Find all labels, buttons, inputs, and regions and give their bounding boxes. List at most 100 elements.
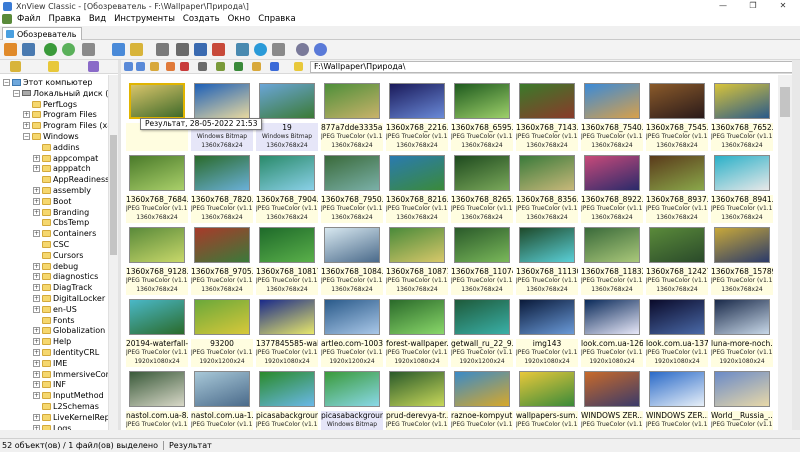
menu-tools[interactable]: Инструменты bbox=[114, 14, 175, 24]
thumbnail-item[interactable]: look.com.ua-1268...JPEG TrueColor (v1.1)… bbox=[581, 295, 643, 369]
image-thumbnail[interactable] bbox=[584, 83, 640, 119]
tree-item[interactable]: − Локальный диск (C:) bbox=[13, 88, 108, 99]
thumbnail-item[interactable]: 1360x768_8216... JPEG TrueColor (v1.1) 136… bbox=[386, 151, 448, 225]
expander-icon[interactable]: + bbox=[33, 208, 40, 216]
image-thumbnail[interactable] bbox=[714, 155, 770, 191]
image-thumbnail[interactable] bbox=[649, 83, 705, 119]
thumbnail-item[interactable]: WINDOWS ZER...JPEG TrueColor (v1.1)1920x… bbox=[646, 367, 708, 430]
thumbnail-item[interactable]: 1360x768_7904... JPEG TrueColor (v1.1) 136… bbox=[256, 151, 318, 225]
expander-icon[interactable]: + bbox=[33, 359, 40, 367]
expander-icon[interactable]: + bbox=[23, 111, 30, 119]
image-thumbnail[interactable] bbox=[649, 371, 705, 407]
tree-item[interactable]: + Program Files (x86) bbox=[23, 120, 108, 131]
delete-icon[interactable] bbox=[180, 62, 189, 71]
refresh-icon[interactable] bbox=[44, 43, 57, 56]
tree-item[interactable]: + Boot bbox=[33, 196, 71, 207]
image-thumbnail[interactable] bbox=[194, 299, 250, 335]
thumbnail-item[interactable]: 1360x768_7143... JPEG TrueColor (v1.1) 136… bbox=[516, 79, 578, 153]
thumbnail-item[interactable]: wallpapers-sum...JPEG TrueColor (v1.1)19… bbox=[516, 367, 578, 430]
thumbnail-item[interactable]: picasabackgroundJPEG TrueColor (v1.1)192… bbox=[256, 367, 318, 430]
open-icon[interactable] bbox=[112, 43, 125, 56]
expander-icon[interactable]: + bbox=[23, 122, 30, 130]
thumbnail-item[interactable]: 1360x768_6595... JPEG TrueColor (v1.1) 136… bbox=[451, 79, 513, 153]
expander-icon[interactable]: + bbox=[33, 273, 40, 281]
print-icon[interactable] bbox=[176, 43, 189, 56]
thumbnail-item[interactable]: 1360x768_8265... JPEG TrueColor (v1.1) 136… bbox=[451, 151, 513, 225]
tree-item[interactable]: AppReadiness bbox=[33, 174, 108, 185]
settings-tools-icon[interactable] bbox=[272, 43, 285, 56]
thumbnail-item[interactable]: 1360x768_8922... JPEG TrueColor (v1.1) 136… bbox=[581, 151, 643, 225]
filmstrip-icon[interactable] bbox=[156, 43, 169, 56]
tree-item[interactable]: + IdentityCRL bbox=[33, 347, 99, 358]
thumbnail-item[interactable]: World__Russia_...JPEG TrueColor (v1.1)19… bbox=[711, 367, 773, 430]
tree-item[interactable]: + Globalization bbox=[33, 325, 105, 336]
slideshow-icon[interactable] bbox=[212, 43, 225, 56]
image-thumbnail[interactable] bbox=[649, 227, 705, 263]
tree-item[interactable]: L2Schemas bbox=[33, 401, 99, 412]
expander-icon[interactable]: − bbox=[3, 79, 10, 86]
tree-item[interactable]: + appcompat bbox=[33, 153, 98, 164]
image-thumbnail[interactable] bbox=[389, 371, 445, 407]
image-thumbnail[interactable] bbox=[584, 371, 640, 407]
thumbnail-item[interactable]: 1360x768_8356... JPEG TrueColor (v1.1) 136… bbox=[516, 151, 578, 225]
expander-icon[interactable]: + bbox=[33, 165, 40, 173]
tree-item[interactable]: + diagnostics bbox=[33, 271, 98, 282]
expander-icon[interactable]: + bbox=[33, 154, 40, 162]
back-icon[interactable] bbox=[62, 43, 75, 56]
folder-thumbnail[interactable] bbox=[129, 83, 185, 119]
image-thumbnail[interactable] bbox=[129, 299, 185, 335]
thumbnail-item[interactable]: nastol.com.ua-8...JPEG TrueColor (v1.1)1… bbox=[126, 367, 188, 430]
tab-browser[interactable]: Обозреватель bbox=[2, 27, 83, 40]
tree-item[interactable]: CbsTemp bbox=[33, 217, 89, 228]
close-button[interactable]: ✕ bbox=[768, 0, 798, 12]
image-thumbnail[interactable] bbox=[194, 83, 250, 119]
thumbnail-item[interactable]: 1360x768_10817...JPEG TrueColor (v1.1)13… bbox=[256, 223, 318, 297]
thumbnail-item[interactable]: 1360x768_11832...JPEG TrueColor (v1.1)13… bbox=[581, 223, 643, 297]
categories-tab-icon[interactable] bbox=[88, 61, 99, 72]
expander-icon[interactable]: + bbox=[33, 262, 40, 270]
image-thumbnail[interactable] bbox=[259, 83, 315, 119]
minimize-button[interactable]: — bbox=[708, 0, 738, 12]
image-thumbnail[interactable] bbox=[129, 371, 185, 407]
thumbnail-item[interactable]: Windows Bitmap 1360x768x24 bbox=[191, 79, 253, 153]
thumbnail-item[interactable]: forest-wallpaper... JPEG TrueColor (v1.1)… bbox=[386, 295, 448, 369]
menu-create[interactable]: Создать bbox=[183, 14, 220, 24]
thumbnail-item[interactable]: 1360x768_10871...JPEG TrueColor (v1.1)13… bbox=[386, 223, 448, 297]
thumbnail-item[interactable]: img143 JPEG TrueColor (v1.1) 1920x1080x24 bbox=[516, 295, 578, 369]
tree-item[interactable]: addins bbox=[33, 142, 80, 153]
expander-icon[interactable]: + bbox=[33, 370, 40, 378]
expander-icon[interactable]: − bbox=[13, 89, 20, 97]
thumbnail-item[interactable]: 1360x768_2216... JPEG TrueColor (v1.1) 136… bbox=[386, 79, 448, 153]
favorites-tab-icon[interactable] bbox=[48, 61, 59, 72]
menu-view[interactable]: Вид bbox=[89, 14, 106, 24]
thumbnail-item[interactable]: nastol.com.ua-1...JPEG TrueColor (v1.1)1… bbox=[191, 367, 253, 430]
thumbnail-item[interactable]: artleo.com-1003...JPEG TrueColor (v1.1)1… bbox=[321, 295, 383, 369]
thumbnail-item[interactable]: prud-derevya-tr...JPEG TrueColor (v1.1)1… bbox=[386, 367, 448, 430]
tree-scroll-thumb[interactable] bbox=[110, 135, 117, 255]
menu-file[interactable]: Файл bbox=[17, 14, 40, 24]
image-thumbnail[interactable] bbox=[714, 83, 770, 119]
image-thumbnail[interactable] bbox=[324, 371, 380, 407]
menu-edit[interactable]: Правка bbox=[48, 14, 80, 24]
expander-icon[interactable]: + bbox=[33, 338, 40, 346]
image-thumbnail[interactable] bbox=[714, 227, 770, 263]
expander-icon[interactable]: + bbox=[33, 327, 40, 335]
image-thumbnail[interactable] bbox=[259, 299, 315, 335]
image-thumbnail[interactable] bbox=[259, 155, 315, 191]
fullscreen-icon[interactable] bbox=[22, 43, 35, 56]
expander-icon[interactable]: + bbox=[33, 187, 40, 194]
tree-item[interactable]: + Logs bbox=[33, 423, 71, 430]
thumbnail-item[interactable]: 877a7dde3335a... JPEG TrueColor (v1.1) 136… bbox=[321, 79, 383, 153]
thumbnail-item[interactable]: 20194-waterfall-...JPEG TrueColor (v1.1)… bbox=[126, 295, 188, 369]
image-thumbnail[interactable] bbox=[519, 155, 575, 191]
tree-item[interactable]: + DigitalLocker bbox=[33, 293, 105, 304]
tree-item[interactable]: + Branding bbox=[33, 207, 89, 218]
bottom-panel-splitter[interactable] bbox=[0, 430, 800, 438]
favorite-star-icon[interactable] bbox=[294, 62, 303, 71]
thumbnail-item[interactable]: 1360x768_1084... JPEG TrueColor (v1.1) 136… bbox=[321, 223, 383, 297]
tree-scrollbar[interactable] bbox=[108, 75, 118, 430]
image-thumbnail[interactable] bbox=[519, 371, 575, 407]
tree-item[interactable]: + Help bbox=[33, 336, 71, 347]
parent-folder-icon[interactable] bbox=[150, 62, 159, 71]
folders-tab-icon[interactable] bbox=[10, 61, 21, 72]
